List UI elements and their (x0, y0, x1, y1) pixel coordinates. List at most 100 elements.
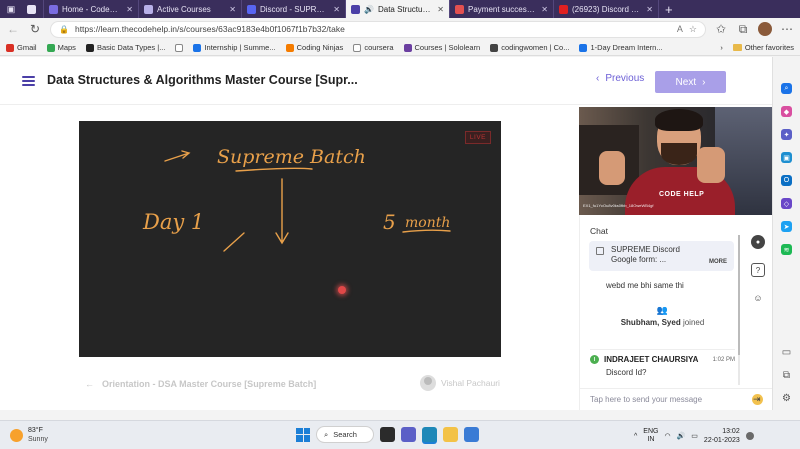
search-icon[interactable]: ⌕ (781, 83, 792, 94)
bookmark-codingwomen[interactable]: codingwomen | Co... (490, 43, 569, 52)
bookmark-maps[interactable]: Maps (46, 43, 76, 52)
close-tab-icon[interactable]: ✕ (229, 5, 236, 14)
external-link-icon[interactable]: ⧉ (781, 370, 792, 381)
tab-data-structures[interactable]: 🔊 Data Structures ✕ (346, 0, 450, 18)
games-icon[interactable]: ▣ (781, 152, 792, 163)
tab-blank[interactable] (22, 0, 44, 18)
weather-widget[interactable]: 83°F Sunny (10, 426, 48, 444)
sun-icon (10, 428, 23, 442)
webcam-label: EX1_fu1YcOu8v0ks0fbb_18OweWB4gf (583, 203, 654, 208)
profile-avatar[interactable] (758, 22, 772, 36)
teams-chat-icon[interactable] (401, 427, 416, 442)
chat-message: webd me bhi same thi (606, 281, 684, 290)
joined-users: Shubham, Syed (620, 318, 681, 327)
volume-icon[interactable]: 🔊 (677, 432, 686, 440)
tab-label: Data Structures (377, 4, 432, 14)
close-tab-icon[interactable]: ✕ (541, 5, 548, 14)
underline-stroke (223, 232, 245, 252)
notification-icon[interactable] (745, 432, 754, 440)
office-icon[interactable]: ◇ (781, 198, 792, 209)
lock-icon[interactable]: 🔒 (59, 25, 69, 34)
tab-discord-supreme[interactable]: Discord - SUPREME B ✕ (242, 0, 346, 18)
menu-icon[interactable] (22, 76, 35, 86)
other-favorites[interactable]: Other favorites (732, 43, 794, 52)
new-tab-button[interactable]: + (659, 2, 679, 17)
bookmark-coding-ninjas[interactable]: Coding Ninjas (285, 43, 343, 52)
codehelp-logo: CODE HELP (659, 191, 705, 198)
close-tab-icon[interactable]: ✕ (333, 5, 340, 14)
tab-active-courses[interactable]: Active Courses ✕ (139, 0, 242, 18)
chat-scrollbar[interactable] (738, 235, 740, 385)
gfg-icon (85, 43, 94, 52)
windows-start-icon[interactable] (296, 427, 310, 442)
bookmark-gmail[interactable]: Gmail (6, 43, 37, 52)
tab-home-codehelp[interactable]: Home - CodeHelp ✕ (44, 0, 139, 18)
wifi-icon[interactable]: ◠ (664, 432, 670, 440)
read-aloud-icon[interactable]: A (677, 24, 683, 34)
bookmark-1-day-dream[interactable]: 1-Day Dream Intern... (579, 43, 663, 52)
taskbar-search[interactable]: ⌕ Search (316, 426, 374, 443)
tab-label: (26923) Discord | Pro (572, 4, 641, 14)
shopping-tag-icon[interactable]: ◆ (781, 106, 792, 117)
instructor-name: Vishal Pachauri (441, 378, 500, 388)
tab-payment-successful[interactable]: Payment successful fo ✕ (450, 0, 554, 18)
file-explorer-icon[interactable] (443, 427, 458, 442)
bookmark-label: codingwomen | Co... (501, 43, 570, 52)
pinned-message[interactable]: SUPREME Discord Google form: ... MORE (589, 241, 734, 271)
weather-temp: 83°F (28, 427, 43, 434)
chat-panel: Chat SUPREME Discord Google form: ... MO… (579, 215, 773, 410)
url-field[interactable]: 🔒 https://learn.thecodehelp.in/s/courses… (50, 20, 706, 38)
instructor-info: Vishal Pachauri (420, 375, 500, 391)
question-icon[interactable]: ? (751, 263, 765, 277)
chevron-right-icon[interactable]: › (720, 43, 723, 52)
chevron-up-icon[interactable]: ^ (634, 433, 637, 440)
window-menu-icon[interactable]: ▣ (0, 0, 22, 18)
address-bar-row: ← ↻ 🔒 https://learn.thecodehelp.in/s/cou… (0, 18, 800, 40)
participants-icon[interactable]: ☺ (751, 291, 765, 305)
sololearn-icon (403, 43, 412, 52)
telegram-icon[interactable]: ➤ (781, 221, 792, 232)
favorites-icon[interactable]: ✩ (714, 22, 728, 36)
chat-message: I INDRAJEET CHAURSIYA 1:02 PM Discord Id… (590, 349, 735, 377)
tab-label: Discord - SUPREME B (260, 4, 327, 14)
language-indicator[interactable]: ENG IN (643, 428, 658, 444)
chat-title: Chat (590, 226, 608, 236)
tab-youtube-discord[interactable]: (26923) Discord | Pro ✕ (554, 0, 659, 18)
collections-icon[interactable]: ⧉ (736, 22, 750, 36)
video-player[interactable]: LIVE Supreme Batch Day 1 5 month (79, 121, 501, 357)
edge-icon[interactable] (422, 427, 437, 442)
battery-icon[interactable]: ▭ (691, 432, 698, 440)
more-menu-icon[interactable]: ⋯ (780, 22, 794, 36)
bookmark-sololearn[interactable]: Courses | Sololearn (403, 43, 480, 52)
chat-input[interactable]: Tap here to send your message ⇥ (580, 388, 773, 410)
close-tab-icon[interactable]: ✕ (126, 5, 133, 14)
bookmark-label: 1-Day Dream Intern... (590, 43, 663, 52)
bookmark-coursera[interactable]: coursera (353, 43, 394, 52)
exit-icon[interactable]: ⇥ (753, 394, 761, 405)
spotify-icon[interactable]: ≋ (781, 244, 792, 255)
bookmark-blank[interactable] (175, 43, 184, 52)
store-icon[interactable] (464, 427, 479, 442)
discord-favicon-icon (247, 4, 256, 14)
codingwomen-icon (490, 43, 499, 52)
close-tab-icon[interactable]: ✕ (646, 5, 653, 14)
bookmark-internship[interactable]: Internship | Summe... (193, 43, 276, 52)
speaker-icon[interactable]: 🔊 (364, 5, 374, 14)
outlook-icon[interactable]: O (781, 175, 792, 186)
close-tab-icon[interactable]: ✕ (437, 5, 444, 14)
back-icon[interactable]: ← (6, 22, 20, 36)
task-view-icon[interactable] (380, 427, 395, 442)
previous-button[interactable]: ‹ Previous (596, 73, 644, 84)
tools-icon[interactable]: ✦ (781, 129, 792, 140)
windows-taskbar: 83°F Sunny ⌕ Search ^ ENG IN ◠ 🔊 ▭ 13:02… (0, 420, 800, 449)
bookmark-basic-data-types[interactable]: Basic Data Types |... (85, 43, 165, 52)
more-button[interactable]: MORE (709, 257, 727, 267)
reload-icon[interactable]: ↻ (28, 22, 42, 36)
sidebar-split-icon[interactable]: ▭ (781, 347, 792, 358)
next-button[interactable]: Next › (655, 71, 726, 93)
chat-icon[interactable]: ● (751, 235, 765, 249)
clock[interactable]: 13:02 22-01-2023 (704, 427, 740, 445)
favorite-star-icon[interactable]: ☆ (689, 24, 697, 35)
chevron-right-icon: › (702, 76, 706, 88)
settings-gear-icon[interactable]: ⚙ (781, 393, 792, 404)
